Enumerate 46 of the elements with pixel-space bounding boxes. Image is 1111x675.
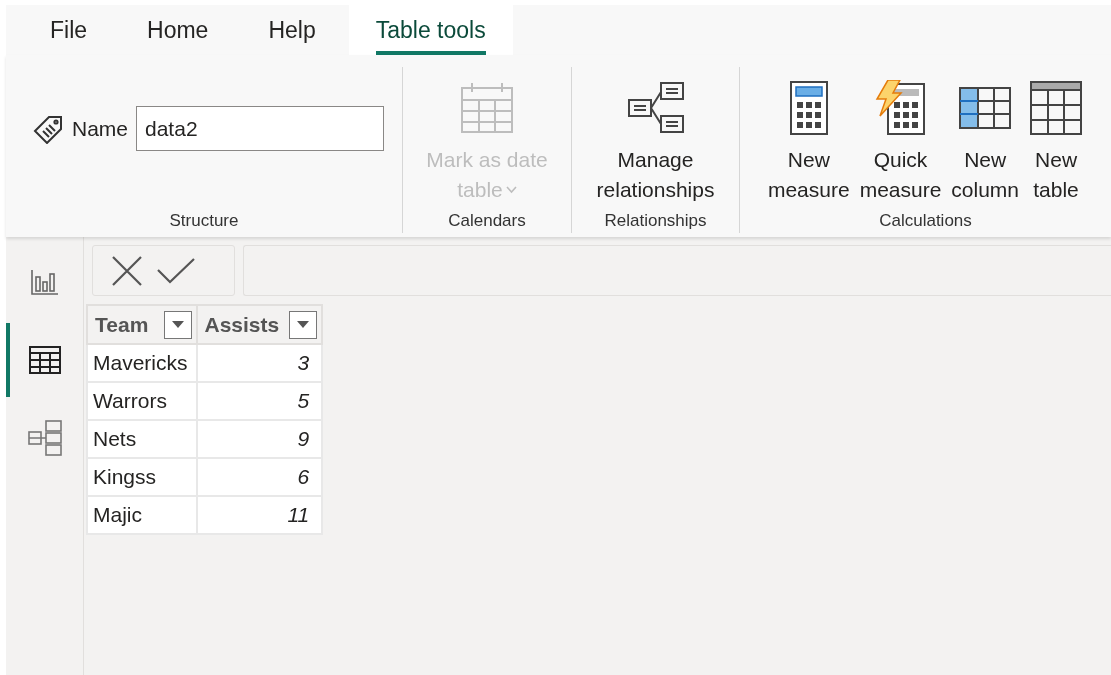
report-icon <box>30 269 59 295</box>
table-icon <box>1029 80 1084 136</box>
group-label: Relationships <box>604 211 707 232</box>
model-icon <box>27 420 62 456</box>
table-cell: Majic <box>87 496 197 534</box>
ribbon-button[interactable]: Quick measure <box>857 79 944 205</box>
group-label: Calculations <box>879 211 972 232</box>
filter-button[interactable] <box>163 310 192 339</box>
table-cell: Mavericks <box>87 344 197 382</box>
relationships-icon <box>626 80 685 136</box>
table-cell: 9 <box>196 420 323 458</box>
menu-tab[interactable]: File <box>23 5 115 55</box>
column-icon <box>958 86 1013 130</box>
table-cell: Warrors <box>87 382 197 420</box>
table-cell: 11 <box>196 496 323 534</box>
group-label: Structure <box>169 211 239 232</box>
field-label: Name <box>72 116 128 141</box>
calendar-icon <box>459 80 515 136</box>
commit-button[interactable] <box>157 257 195 284</box>
caret-icon <box>505 186 517 194</box>
calculator-icon <box>788 80 829 136</box>
check-icon <box>157 257 195 284</box>
caret-icon <box>297 321 310 328</box>
menu-tab[interactable]: Help <box>241 5 343 55</box>
table-cell: 5 <box>196 382 323 420</box>
filter-button[interactable] <box>289 310 318 339</box>
quick-calculator-icon <box>874 80 927 136</box>
table-cell: 6 <box>196 458 323 496</box>
close-icon <box>111 254 143 287</box>
ribbon-button[interactable]: New measure <box>765 79 852 205</box>
tag-icon <box>32 113 64 144</box>
ribbon-button[interactable]: New column <box>949 79 1022 205</box>
table-cell: Kingss <box>87 458 197 496</box>
ribbon-button[interactable]: Manage relationships <box>594 79 717 205</box>
menu-tab[interactable]: Table tools <box>348 5 513 55</box>
table-icon <box>28 346 61 374</box>
menu-tab[interactable]: Home <box>120 5 236 55</box>
column-title: Team <box>95 312 149 337</box>
cancel-button[interactable] <box>111 254 143 287</box>
name-field[interactable]: data2 <box>136 106 384 151</box>
ribbon-button[interactable]: New table <box>1027 79 1086 205</box>
table-cell: 3 <box>196 344 323 382</box>
group-label: Calendars <box>448 211 526 232</box>
column-title: Assists <box>204 312 280 337</box>
caret-icon <box>171 321 184 328</box>
table-cell: Nets <box>87 420 197 458</box>
